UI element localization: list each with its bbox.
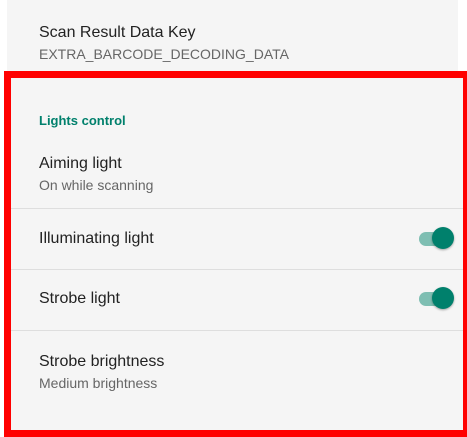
scan-result-data-key-summary: EXTRA_BARCODE_DECODING_DATA [39, 46, 289, 62]
illuminating-light-preference[interactable]: Illuminating light [11, 209, 463, 269]
switch-thumb [432, 287, 454, 309]
illuminating-light-switch[interactable] [419, 227, 455, 251]
illuminating-light-title: Illuminating light [39, 230, 154, 247]
lights-control-highlight: Lights control Aiming light On while sca… [4, 71, 467, 437]
aiming-light-summary: On while scanning [39, 177, 154, 193]
strobe-light-preference[interactable]: Strobe light [11, 270, 463, 330]
lights-control-category-title: Lights control [39, 113, 126, 128]
strobe-light-title: Strobe light [39, 290, 120, 307]
strobe-light-switch[interactable] [419, 287, 455, 311]
scan-result-data-key-title: Scan Result Data Key [39, 24, 196, 41]
switch-thumb [432, 227, 454, 249]
strobe-brightness-summary: Medium brightness [39, 375, 158, 391]
scan-result-data-key-preference[interactable]: Scan Result Data Key EXTRA_BARCODE_DECOD… [39, 23, 439, 63]
aiming-light-title: Aiming light [39, 155, 122, 172]
strobe-brightness-title: Strobe brightness [39, 353, 165, 370]
aiming-light-preference[interactable]: Aiming light On while scanning [11, 148, 463, 208]
strobe-brightness-preference[interactable]: Strobe brightness Medium brightness [11, 331, 463, 401]
